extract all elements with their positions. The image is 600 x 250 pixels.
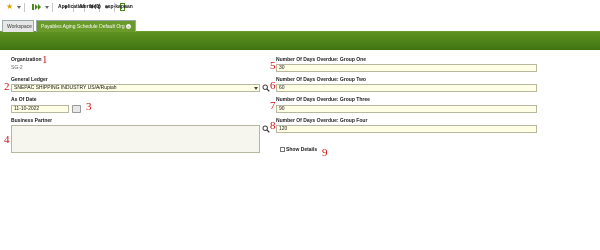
tab-strip: Workspace Payables Aging Schedule Defaul… <box>0 17 600 32</box>
chevron-down-icon[interactable] <box>254 87 258 90</box>
application-menu[interactable]: Application <box>56 4 85 10</box>
search-icon[interactable] <box>262 84 270 92</box>
show-details-checkbox[interactable] <box>280 147 285 152</box>
navigation-caret[interactable] <box>45 5 49 9</box>
as-of-date-value: 11-10-2022 <box>14 106 40 112</box>
group-one-value: 30 <box>279 65 285 71</box>
toolbar-divider <box>52 2 53 12</box>
search-icon[interactable] <box>262 125 270 133</box>
help-menu-label: Help <box>90 4 101 10</box>
group-two-value: 60 <box>279 85 285 91</box>
organization-value: SG-2 <box>11 65 23 71</box>
group-two-label: Number Of Days Overdue: Group Two <box>276 77 366 83</box>
tab-active-label: Payables Aging Schedule Default Org <box>41 24 125 30</box>
marker-4: 4 <box>4 134 10 146</box>
general-ledger-label: General Ledger <box>11 77 48 83</box>
calendar-icon[interactable] <box>72 105 81 113</box>
show-details-label: Show Details <box>286 147 318 153</box>
group-one-label: Number Of Days Overdue: Group One <box>276 57 367 63</box>
group-two-input[interactable]: 60 <box>276 84 537 92</box>
as-of-date-field[interactable]: 11-10-2022 <box>11 105 69 113</box>
top-toolbar: ★ Application Alerts (0) Help asp-kapnan <box>0 0 600 14</box>
group-three-input[interactable]: 90 <box>276 105 537 113</box>
group-four-value: 120 <box>279 126 288 132</box>
tab-workspace[interactable]: Workspace <box>2 20 34 32</box>
close-icon[interactable]: × <box>126 24 131 29</box>
tab-workspace-label: Workspace <box>7 24 32 30</box>
as-of-date-label: As Of Date <box>11 97 37 103</box>
user-menu[interactable]: asp-kapnan <box>103 4 133 10</box>
help-menu[interactable]: Help <box>88 4 101 10</box>
marker-9: 9 <box>322 147 328 159</box>
marker-1: 1 <box>42 54 48 66</box>
business-partner-label: Business Partner <box>11 118 53 124</box>
window-toolbar-band <box>0 32 600 50</box>
marker-3: 3 <box>86 101 92 113</box>
user-menu-label: asp-kapnan <box>105 4 133 10</box>
marker-7: 7 <box>270 100 276 112</box>
organization-label: Organization <box>11 57 42 63</box>
general-ledger-value: SNEPAC SHIPPING INDUSTRY US/A/Rupiah <box>14 85 117 91</box>
navigation-icon[interactable] <box>32 3 42 11</box>
favorites-caret[interactable] <box>17 5 21 9</box>
marker-2: 2 <box>4 81 10 93</box>
star-icon[interactable]: ★ <box>6 3 14 11</box>
tab-payables-aging[interactable]: Payables Aging Schedule Default Org × <box>36 20 136 32</box>
group-four-label: Number Of Days Overdue: Group Four <box>276 118 368 124</box>
toolbar-divider <box>24 2 25 12</box>
marker-8: 8 <box>270 120 276 132</box>
marker-5: 5 <box>270 60 276 72</box>
marker-6: 6 <box>270 80 276 92</box>
group-one-input[interactable]: 30 <box>276 64 537 72</box>
business-partner-field[interactable] <box>11 125 260 153</box>
group-four-input[interactable]: 120 <box>276 125 537 133</box>
group-three-label: Number Of Days Overdue: Group Three <box>276 97 370 103</box>
general-ledger-select[interactable]: SNEPAC SHIPPING INDUSTRY US/A/Rupiah <box>11 84 260 92</box>
group-three-value: 90 <box>279 106 285 112</box>
